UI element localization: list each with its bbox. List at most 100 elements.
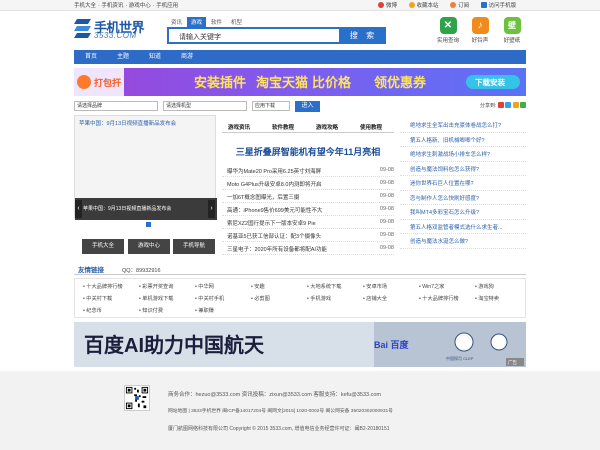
site-logo[interactable]: 手机世界 3533.COM <box>74 17 164 43</box>
bookmark-link[interactable]: 收藏本站 <box>417 1 439 9</box>
news-item[interactable]: 曝华为Mate20 Pro采用6.25英寸刘海屏 09-08 <box>222 164 394 177</box>
friend-link[interactable]: • Win7之家 <box>419 283 444 290</box>
news-title: Moto G4Plus升级安卓8.0内测即将开启 <box>227 182 322 188</box>
banner-text-2: 淘宝天猫 <box>256 75 308 90</box>
tab-models[interactable]: 机型 <box>227 17 246 27</box>
friend-link[interactable]: • 大地系统下载 <box>307 283 341 290</box>
friend-links-title: 友情链接 <box>78 267 104 274</box>
news-headline[interactable]: 三星折叠屏智能机有望今年11月亮相 <box>222 145 394 158</box>
search-input[interactable]: 请输入关键字 <box>167 27 341 44</box>
question-item[interactable]: 绝地求生刺激战场小排车怎么样? <box>400 147 526 162</box>
featured-slider[interactable]: 苹果中国：9月13日视频直播新品发布会 苹果中国：9月13日视频直播新品发布会 … <box>74 115 217 220</box>
banner-text-1: 安装插件 <box>194 75 246 90</box>
news-item[interactable]: 诺基亚5已获工信部认证：配3个摄像头 09-08 <box>222 229 394 242</box>
share-qzone-icon[interactable] <box>512 102 519 108</box>
friend-link[interactable]: • 中关村下载 <box>83 295 112 302</box>
news-date: 09-08 <box>379 167 394 173</box>
friend-link[interactable]: • 十大品牌排行榜 <box>83 283 123 290</box>
share-qq-icon[interactable] <box>505 102 512 108</box>
weibo-icon <box>378 2 384 8</box>
top-link[interactable]: 手机应用 <box>156 1 178 9</box>
tab-game-news[interactable]: 游戏资讯 <box>228 123 250 131</box>
baidu-ad[interactable]: 百度AI助力中国航天 Bai 百度 中国探月 CLEP 广告 <box>74 322 526 367</box>
top-right-links: 微博 收藏本站 订阅 访问手机版 <box>378 1 526 9</box>
question-item[interactable]: 创造与魔法饲料包怎么获得? <box>400 162 526 176</box>
friend-link[interactable]: • 必剪图 <box>251 295 270 302</box>
app-wallpapers[interactable]: 壁 好壁纸 <box>497 17 527 44</box>
app-label: 好铃声 <box>471 38 489 44</box>
logo-domain: 3533.COM <box>94 31 137 40</box>
question-item[interactable]: 我叫MT4多彩宝石怎么升级? <box>400 205 526 220</box>
friend-link[interactable]: • 中华网 <box>195 283 214 290</box>
nav-shop[interactable]: 商游 <box>172 50 202 64</box>
music-icon: ♪ <box>471 17 489 34</box>
friend-link[interactable]: • 淘宝特卖 <box>475 295 499 302</box>
footer-links[interactable]: 网站地图 | 3533手机世界 闽ICP备14017204号 闽网文[2015]… <box>168 407 393 414</box>
question-item[interactable]: 恋与制作人怎么快刷好感度? <box>400 191 526 205</box>
share-wechat-icon[interactable] <box>520 102 526 108</box>
news-item[interactable]: 索尼XZ2国行提示下一版本安卓9 Pie 09-08 <box>222 216 394 229</box>
slider-prev-icon[interactable]: ‹ <box>75 200 82 218</box>
slider-caption[interactable]: 苹果中国：9月13日视频直播新品发布会 <box>79 119 176 127</box>
app-label: 好壁纸 <box>503 38 521 44</box>
news-date: 09-08 <box>379 245 394 251</box>
friend-link[interactable]: • 安卓市场 <box>363 283 387 290</box>
tab-games[interactable]: 游戏 <box>187 17 207 27</box>
nav-themes[interactable]: 主题 <box>108 50 138 64</box>
model-select[interactable]: 请选择机型 <box>163 101 247 111</box>
slider-next-icon[interactable]: › <box>208 200 215 218</box>
phone-nav-button[interactable]: 手机导航 <box>173 239 215 254</box>
weibo-link[interactable]: 微博 <box>386 1 397 9</box>
friend-link[interactable]: • 游戏狗 <box>475 283 494 290</box>
share-weibo-icon[interactable] <box>497 102 504 108</box>
search-button[interactable]: 搜 索 <box>341 27 386 44</box>
banner-brand: 打包扞 <box>94 77 121 88</box>
app-ringtones[interactable]: ♪ 好铃声 <box>465 17 495 44</box>
friend-link[interactable]: • 中关村手机 <box>195 295 224 302</box>
question-item[interactable]: 第五人格新、旧机械唧唧个好? <box>400 133 526 147</box>
question-item[interactable]: 绝地求生全军出击充豪体卷战怎么打? <box>400 118 526 133</box>
friend-link[interactable]: • 彩票开奖查询 <box>139 283 173 290</box>
question-item[interactable]: 第五人格双监管者模式选什么求生者... <box>400 220 526 234</box>
question-item[interactable]: 迷你世界石巨人位置在哪? <box>400 176 526 191</box>
nav-home[interactable]: 首页 <box>76 50 106 64</box>
banner-ad[interactable]: 打包扞 安装插件 淘宝天猫 比价格 领优惠券 下载安装 <box>74 68 526 96</box>
friend-link[interactable]: • 十大品牌排行榜 <box>419 295 459 302</box>
type-select[interactable]: 应用下载 <box>252 101 290 111</box>
tab-software[interactable]: 软件 <box>207 17 226 27</box>
nav-knowledge[interactable]: 知道 <box>140 50 170 64</box>
news-item[interactable]: 一加6T概念图曝光，后置三摄 09-08 <box>222 190 394 203</box>
news-item[interactable]: 三星电子：2020年所有设备都将配AI功能 09-08 <box>222 242 394 255</box>
go-button[interactable]: 进入 <box>295 101 320 112</box>
question-item[interactable]: 创造与魔法水涎怎么做? <box>400 234 526 249</box>
friend-link[interactable]: • 纪念币 <box>83 307 102 314</box>
tab-usage-tutorials[interactable]: 使用教程 <box>360 123 382 131</box>
top-link[interactable]: 游戏中心 <box>129 1 151 9</box>
game-center-button[interactable]: 游戏中心 <box>128 239 170 254</box>
subscribe-link[interactable]: 订阅 <box>458 1 469 9</box>
friend-link[interactable]: • 安趣 <box>251 283 265 290</box>
tab-game-guides[interactable]: 游戏攻略 <box>316 123 338 131</box>
friend-link[interactable]: • 店铺大全 <box>363 295 387 302</box>
friend-link[interactable]: • 知识付费 <box>139 307 163 314</box>
question-text: 创造与魔法水涎怎么做? <box>410 239 469 245</box>
friend-link[interactable]: • 兼职赚 <box>195 307 214 314</box>
phone-list-button[interactable]: 手机大全 <box>82 239 124 254</box>
tab-news[interactable]: 资讯 <box>167 17 186 27</box>
friend-link[interactable]: • 单机游戏下载 <box>139 295 173 302</box>
slider-dot[interactable] <box>146 222 151 227</box>
news-item[interactable]: 高通：iPhone9售价699美元可能性不大 09-08 <box>222 203 394 216</box>
brand-select[interactable]: 请选择品牌 <box>74 101 158 111</box>
mobile-version-link[interactable]: 访问手机版 <box>489 1 517 9</box>
news-item[interactable]: Moto G4Plus升级安卓8.0内测即将开启 09-08 <box>222 177 394 190</box>
app-tools[interactable]: ✕ 实用查询 <box>433 17 463 44</box>
friend-link[interactable]: • 手机游戏 <box>307 295 331 302</box>
top-link[interactable]: 手机大全 <box>74 1 96 9</box>
news-date: 09-08 <box>379 232 394 238</box>
question-text: 绝地求生全军出击充豪体卷战怎么打? <box>410 123 502 129</box>
top-link[interactable]: 手机资讯 <box>101 1 123 9</box>
tab-software-tutorials[interactable]: 软件教程 <box>272 123 294 131</box>
quick-button-label: 手机大全 <box>91 243 114 249</box>
share-label: 分享到: <box>480 103 497 109</box>
question-text: 绝地求生刺激战场小排车怎么样? <box>410 152 491 158</box>
